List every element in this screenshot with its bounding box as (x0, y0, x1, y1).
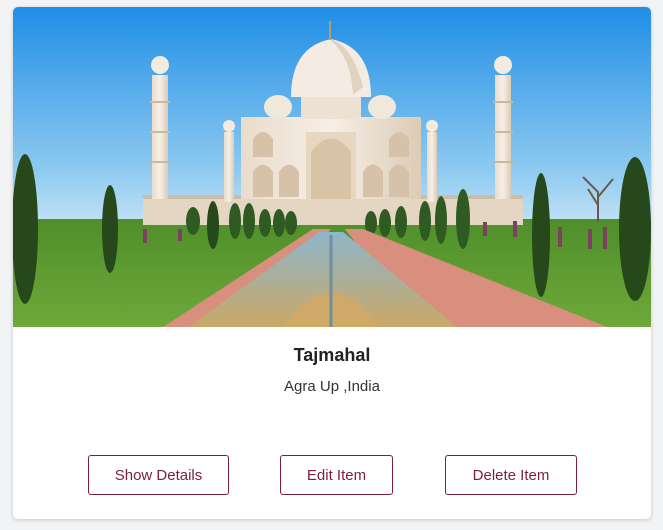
item-location: Agra Up ,India (284, 378, 380, 395)
item-title: Tajmahal (293, 345, 371, 365)
edit-item-button[interactable]: Edit Item (280, 455, 393, 495)
item-card: Tajmahal Agra Up ,India Show Details Edi… (13, 7, 651, 519)
show-details-button[interactable]: Show Details (88, 455, 229, 495)
delete-item-button[interactable]: Delete Item (445, 455, 577, 495)
tajmahal-photo (13, 7, 651, 327)
